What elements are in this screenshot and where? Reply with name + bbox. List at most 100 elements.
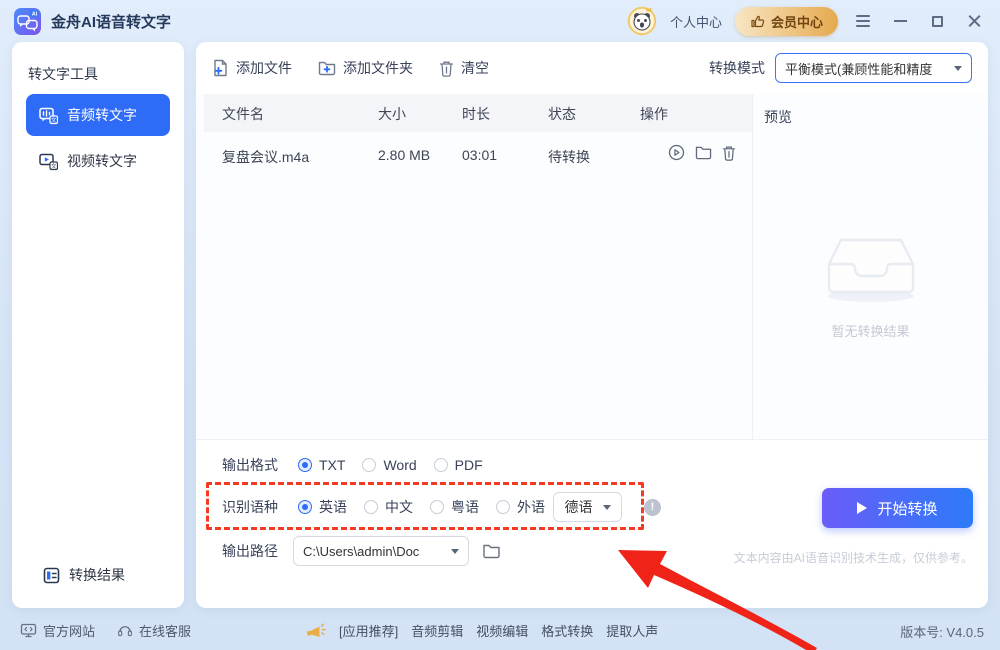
browse-folder-icon[interactable] [482, 543, 501, 559]
radio-dot [430, 500, 444, 514]
chevron-down-icon [451, 548, 459, 554]
online-service-link[interactable]: 在线客服 [117, 621, 191, 640]
sidebar-item-video-to-text[interactable]: 文 视频转文字 [39, 148, 137, 174]
open-folder-icon[interactable] [695, 145, 712, 160]
preview-panel: 预览 暂无转换结果 [753, 94, 988, 439]
chevron-down-icon [954, 65, 962, 71]
row-actions [668, 144, 736, 161]
megaphone-icon [307, 623, 326, 637]
radio-dot [433, 458, 448, 472]
footer-link-video-edit[interactable]: 视频编辑 [476, 621, 528, 640]
output-format-row: 输出格式 TXT Word PDF [222, 452, 500, 478]
version-text: 版本号: V4.0.5 [900, 625, 984, 640]
radio-dot [298, 458, 312, 472]
radio-label: TXT [319, 457, 346, 473]
svg-text:文: 文 [51, 162, 57, 170]
sidebar-item-label: 转换结果 [69, 567, 125, 583]
member-center-button[interactable]: 会员中心 [734, 6, 838, 36]
conversion-mode-select[interactable]: 平衡模式(兼顾性能和精度 [775, 53, 972, 83]
start-conversion-label: 开始转换 [877, 500, 938, 518]
footer-center: [应用推荐] 音频剪辑 视频编辑 格式转换 提取人声 [306, 621, 658, 640]
ai-disclaimer: 文本内容由AI语音识别技术生成，仅供参考。 [733, 551, 973, 565]
footer-link-format-convert[interactable]: 格式转换 [541, 621, 593, 640]
col-status: 状态 [548, 106, 576, 122]
footer: 官方网站 在线客服 [应用推荐] 音频剪辑 视频编辑 格式转换 提取人声 版本号… [0, 608, 1000, 650]
file-size: 2.80 MB [378, 147, 431, 163]
radio-format-txt[interactable]: TXT [298, 457, 345, 473]
language-label: 识别语种 [222, 499, 278, 515]
table-row[interactable]: 复盘会议.m4a 2.80 MB 03:01 待转换 [204, 132, 752, 178]
foreign-language-value: 德语 [564, 499, 593, 515]
maximize-icon[interactable] [925, 9, 949, 33]
info-icon[interactable] [644, 498, 661, 516]
chevron-down-icon [602, 504, 611, 510]
app-title: 金舟AI语音转文字 [51, 13, 172, 31]
radio-dot [364, 500, 378, 514]
sidebar-section-title: 转文字工具 [28, 66, 98, 82]
clear-button[interactable]: 清空 [439, 58, 489, 78]
foreign-language-select[interactable]: 德语 [553, 492, 622, 522]
radio-label: 外语 [517, 499, 545, 515]
delete-icon[interactable] [722, 145, 736, 161]
clear-label: 清空 [461, 60, 489, 76]
radio-label: 粤语 [451, 499, 479, 515]
radio-label: Word [383, 457, 417, 473]
sidebar-item-label: 音频转文字 [67, 107, 137, 123]
add-folder-button[interactable]: 添加文件夹 [318, 58, 413, 78]
thumb-up-icon [751, 15, 765, 27]
preview-empty-state: 暂无转换结果 [753, 232, 988, 340]
close-icon[interactable] [962, 9, 986, 33]
main-panel: 添加文件 添加文件夹 清空 转换模式 平衡模式(兼顾性能和精度 文件名 大小 时… [196, 42, 988, 608]
add-file-label: 添加文件 [236, 60, 292, 76]
menu-icon[interactable] [851, 9, 875, 33]
trash-icon [439, 61, 454, 77]
radio-lang-cantonese[interactable]: 粤语 [430, 497, 479, 517]
video-to-text-icon: 文 [39, 153, 58, 170]
minimize-icon[interactable] [888, 9, 912, 33]
official-site-link[interactable]: 官方网站 [20, 621, 95, 640]
file-duration: 03:01 [462, 147, 498, 163]
radio-lang-foreign[interactable]: 外语 [496, 497, 545, 517]
sidebar-item-label: 视频转文字 [67, 153, 137, 169]
app-recommend-tag: [应用推荐] [339, 624, 399, 639]
empty-tray-icon [827, 238, 914, 302]
output-path-select[interactable]: C:\Users\admin\Doc [293, 536, 469, 566]
language-row: 识别语种 英语 中文 粤语 外语 德语 [222, 492, 661, 522]
sidebar: 转文字工具 文 音频转文字 文 视频转文字 转换结果 [12, 42, 184, 608]
start-conversion-button[interactable]: 开始转换 [822, 488, 973, 528]
app-window: AI 金舟AI语音转文字 个人中心 会员中心 转文字工具 文 音频转文字 文 视… [0, 0, 1000, 650]
audio-to-text-icon: 文 [39, 107, 58, 124]
col-duration: 时长 [462, 106, 490, 122]
play-icon[interactable] [668, 144, 685, 161]
radio-format-pdf[interactable]: PDF [433, 457, 483, 473]
conversion-mode-value: 平衡模式(兼顾性能和精度 [785, 61, 933, 77]
col-size: 大小 [378, 106, 406, 122]
member-center-label: 会员中心 [770, 14, 823, 30]
add-file-icon [214, 59, 227, 77]
titlebar: AI 金舟AI语音转文字 个人中心 会员中心 [0, 0, 1000, 42]
radio-lang-english[interactable]: 英语 [298, 497, 347, 517]
output-path-label: 输出路径 [222, 543, 278, 559]
radio-format-word[interactable]: Word [362, 457, 417, 473]
radio-label: 英语 [319, 499, 347, 515]
avatar[interactable] [627, 6, 657, 36]
sidebar-item-conversion-results[interactable]: 转换结果 [43, 562, 125, 588]
official-site-label: 官方网站 [43, 624, 96, 639]
footer-link-audio-edit[interactable]: 音频剪辑 [411, 621, 463, 640]
radio-label: PDF [454, 457, 483, 473]
footer-link-extract-vocal[interactable]: 提取人声 [606, 621, 658, 640]
conversion-mode-label: 转换模式 [709, 60, 765, 76]
radio-dot [496, 500, 510, 514]
headset-icon [118, 626, 132, 637]
radio-lang-chinese[interactable]: 中文 [364, 497, 413, 517]
play-icon [857, 502, 868, 514]
results-doc-icon [43, 567, 60, 583]
add-folder-icon [318, 61, 336, 76]
sidebar-item-audio-to-text[interactable]: 文 音频转文字 [26, 94, 170, 136]
add-file-button[interactable]: 添加文件 [212, 58, 292, 78]
preview-title: 预览 [764, 109, 792, 125]
conversion-mode-group: 转换模式 平衡模式(兼顾性能和精度 [709, 53, 972, 83]
personal-center-link[interactable]: 个人中心 [670, 12, 722, 31]
preview-empty-text: 暂无转换结果 [831, 324, 910, 339]
file-name: 复盘会议.m4a [222, 149, 310, 165]
